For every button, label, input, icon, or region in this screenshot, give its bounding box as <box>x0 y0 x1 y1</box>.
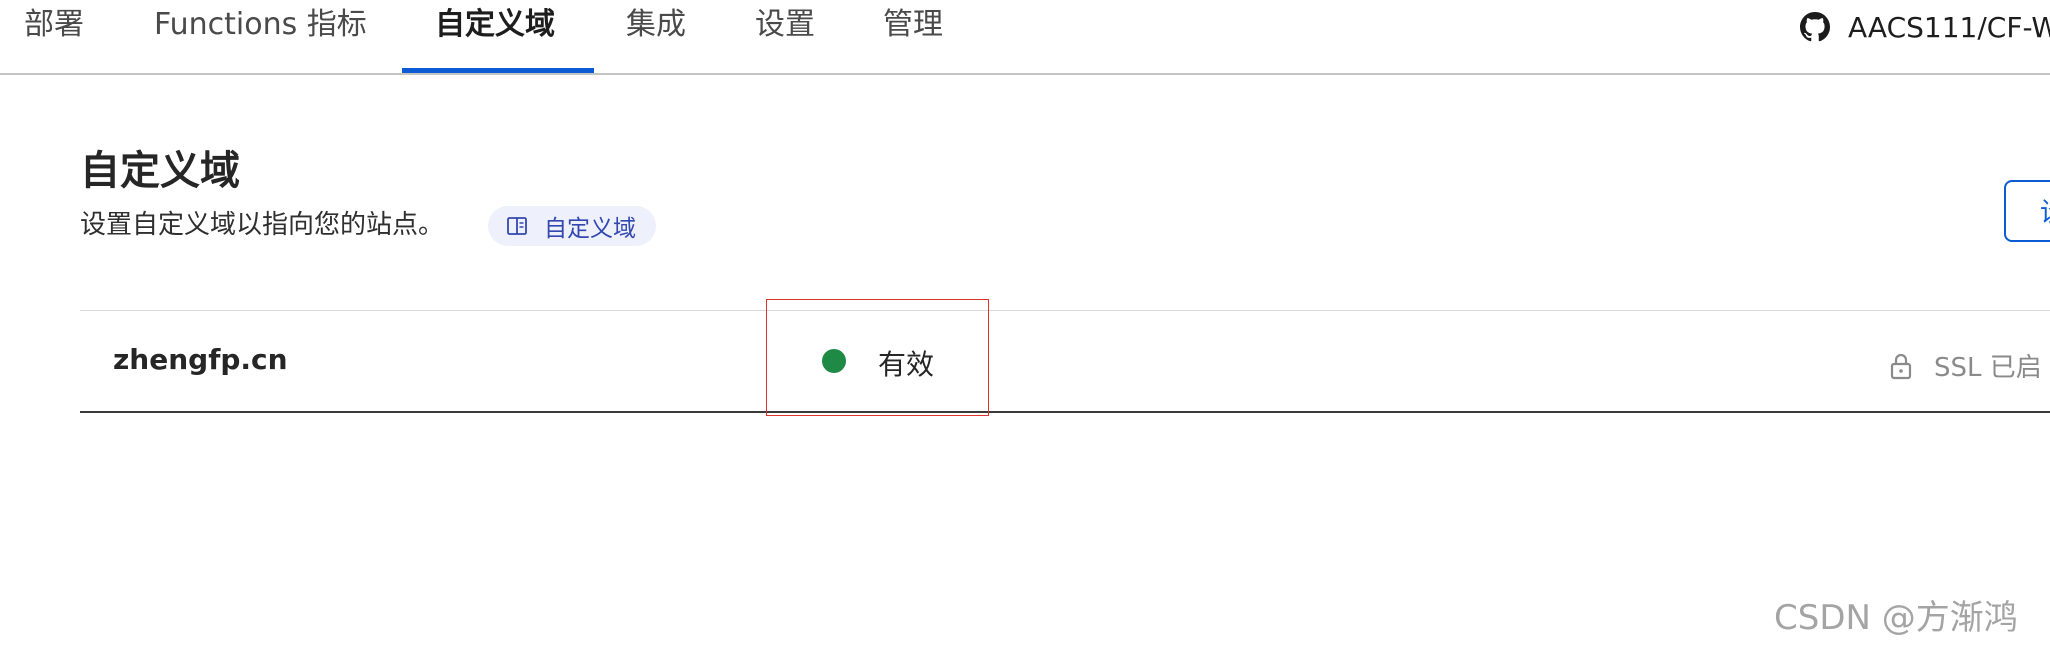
tab-integrations[interactable]: 集成 <box>626 0 686 73</box>
tab-deployments[interactable]: 部署 <box>24 0 84 73</box>
tab-settings[interactable]: 设置 <box>755 0 815 73</box>
docs-link-label: 自定义域 <box>544 216 636 242</box>
active-tab-indicator <box>402 68 594 73</box>
repo-link[interactable]: AACS111/CF-Wo <box>1800 10 2050 44</box>
book-icon <box>507 217 527 235</box>
tab-custom-domains[interactable]: 自定义域 <box>435 0 555 73</box>
setup-domain-button[interactable]: 设 <box>2004 180 2050 242</box>
ssl-status: SSL 已启 <box>1890 347 2042 384</box>
table-row[interactable]: zhengfp.cn 有效 SSL 已启 <box>80 311 2050 413</box>
docs-link[interactable]: 自定义域 <box>488 206 656 246</box>
page-title: 自定义域 <box>80 148 240 194</box>
ssl-label: SSL 已启 <box>1934 353 2042 383</box>
watermark: CSDN @方渐鸿 <box>1774 598 2018 638</box>
github-icon <box>1800 12 1830 42</box>
tab-functions-metrics[interactable]: Functions 指标 <box>154 0 367 73</box>
section-description: 设置自定义域以指向您的站点。 <box>80 210 445 240</box>
highlight-annotation <box>766 299 989 416</box>
lock-icon <box>1890 353 1912 379</box>
page: 部署 Functions 指标 自定义域 集成 设置 管理 AACS111/CF… <box>0 0 2050 650</box>
repo-name: AACS111/CF-Wo <box>1848 10 2050 44</box>
tab-bar: 部署 Functions 指标 自定义域 集成 设置 管理 AACS111/CF… <box>0 0 2050 75</box>
domain-name[interactable]: zhengfp.cn <box>113 343 288 376</box>
tab-manage[interactable]: 管理 <box>883 0 943 73</box>
